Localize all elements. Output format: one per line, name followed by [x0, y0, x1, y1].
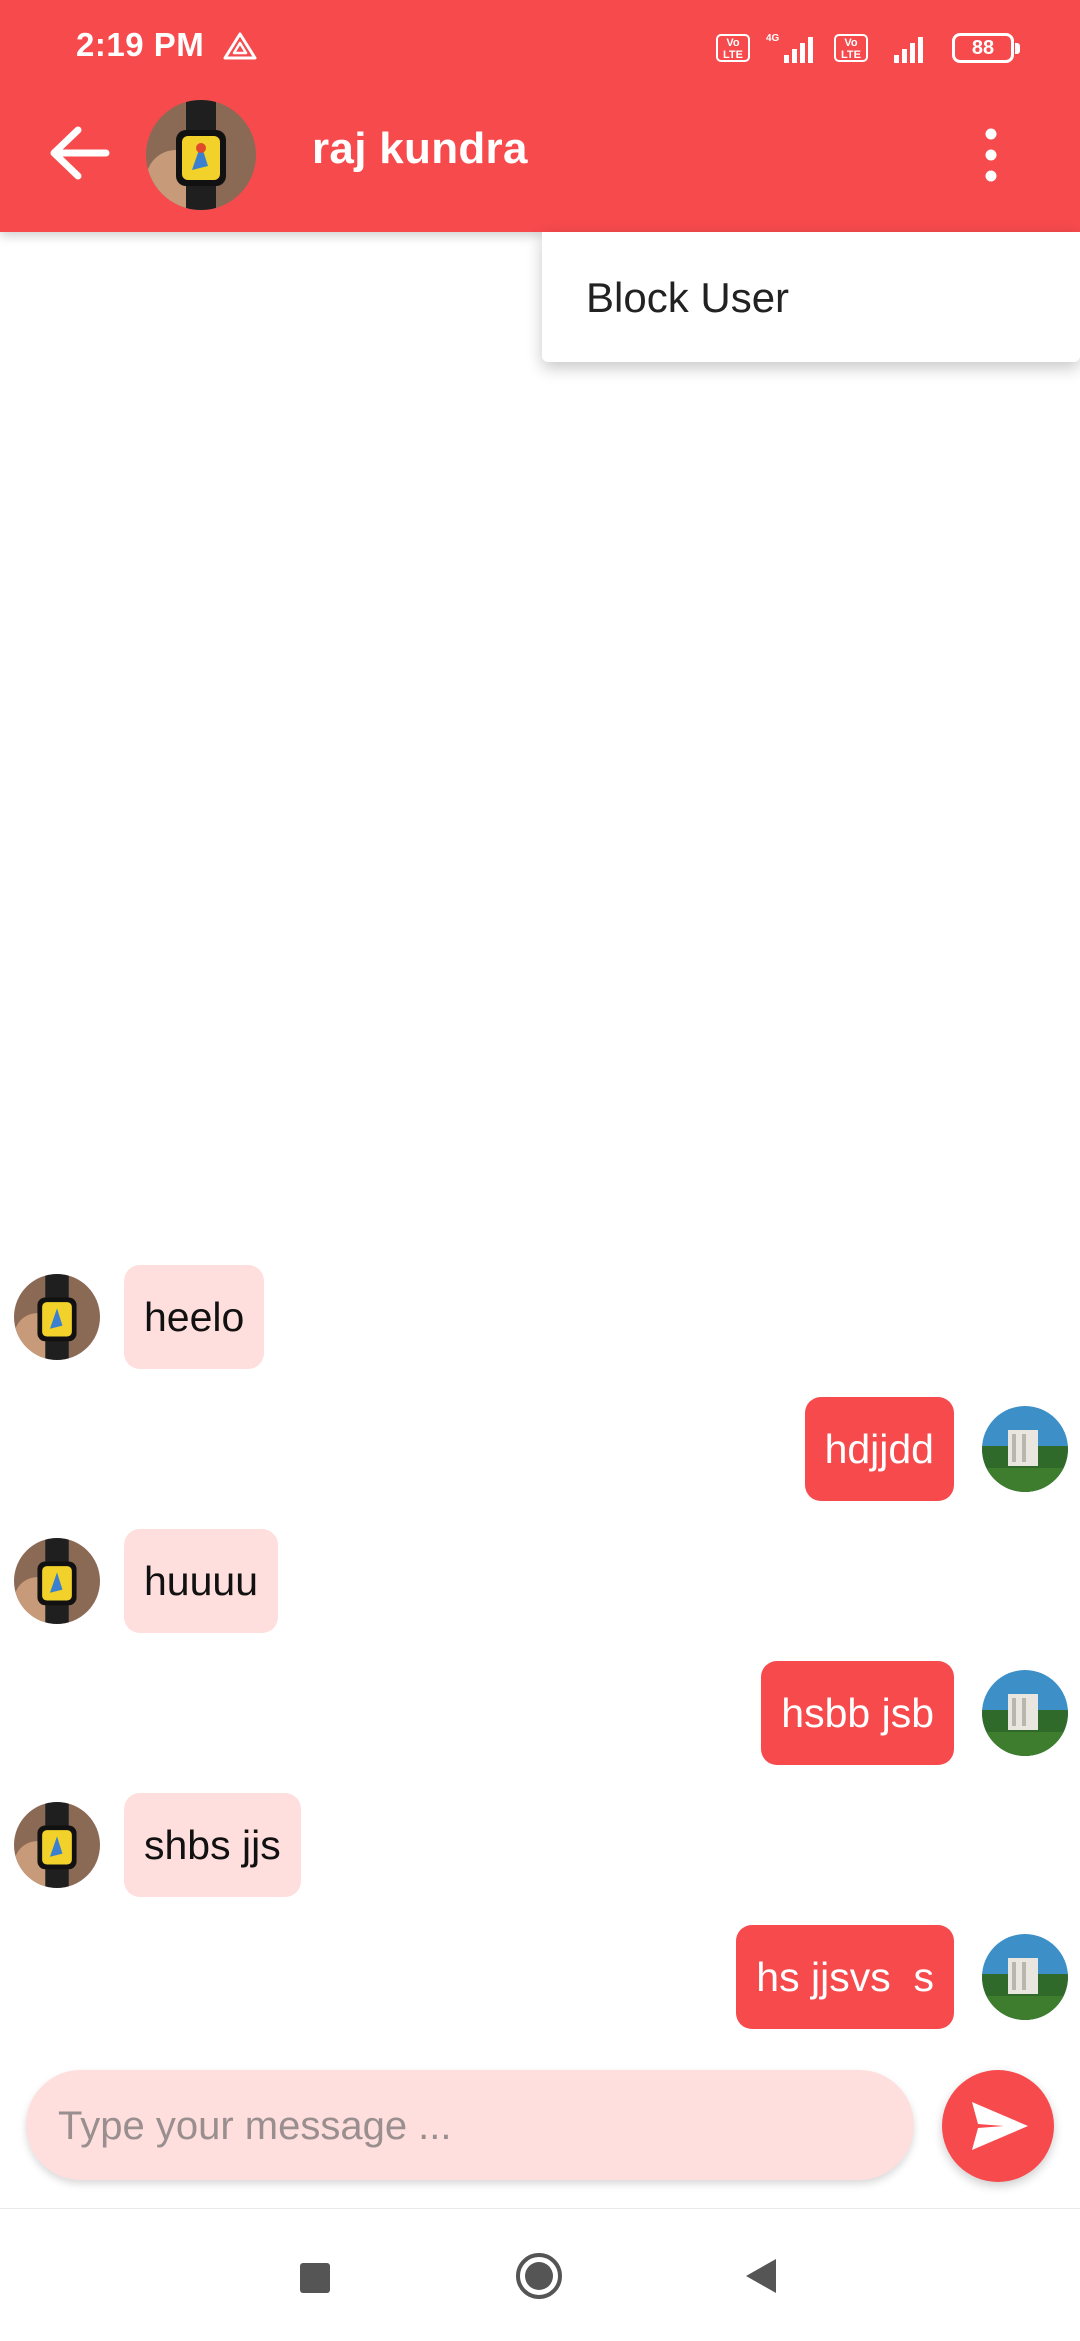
home-icon[interactable] [514, 2251, 564, 2301]
contact-avatar[interactable] [146, 100, 256, 210]
status-bar: 2:19 PM Vo LTE 4G Vo LTE 88 [0, 0, 1080, 96]
sender-avatar [14, 1274, 100, 1360]
sender-avatar [14, 1802, 100, 1888]
message-bubble-outgoing[interactable]: hsbb jsb [761, 1661, 954, 1765]
send-icon [972, 2102, 1028, 2150]
message-bubble-incoming[interactable]: shbs jjs [124, 1793, 301, 1897]
signal-icon [894, 37, 923, 63]
drive-icon [223, 32, 257, 60]
message-input[interactable] [56, 2070, 880, 2182]
message-bubble-incoming[interactable]: huuuu [124, 1529, 279, 1633]
my-avatar [982, 1406, 1068, 1492]
message-bubble-outgoing[interactable]: hs jjsvs s [736, 1925, 954, 2029]
menu-item-block-user[interactable]: Block User [586, 274, 789, 322]
recent-apps-icon[interactable] [300, 2263, 330, 2293]
my-avatar [982, 1934, 1068, 2020]
overflow-menu: Block User [542, 232, 1080, 362]
status-time: 2:19 PM [76, 26, 205, 63]
send-button[interactable] [942, 2070, 1054, 2182]
network-type-label: 4G [766, 33, 780, 44]
my-avatar [982, 1670, 1068, 1756]
volte-icon-2: Vo LTE [834, 34, 868, 62]
back-arrow-icon[interactable] [46, 124, 112, 182]
battery-icon: 88 [952, 33, 1020, 63]
signal-4g-icon: 4G [766, 33, 813, 63]
watch-avatar-image [146, 100, 256, 210]
more-vert-icon[interactable] [974, 122, 1008, 188]
contact-name[interactable]: raj kundra [312, 124, 528, 174]
nav-back-icon[interactable] [742, 2255, 780, 2297]
system-icons: Vo LTE 4G Vo LTE 88 [716, 28, 1020, 68]
message-bubble-incoming[interactable]: heelo [124, 1265, 265, 1369]
message-composer [26, 2070, 914, 2182]
message-bubble-outgoing[interactable]: hdjjdd [804, 1397, 954, 1501]
system-nav-bar [0, 2208, 1080, 2341]
app-bar: 2:19 PM Vo LTE 4G Vo LTE 88 raj kundra [0, 0, 1080, 232]
volte-icon: Vo LTE [716, 34, 750, 62]
sender-avatar [14, 1538, 100, 1624]
